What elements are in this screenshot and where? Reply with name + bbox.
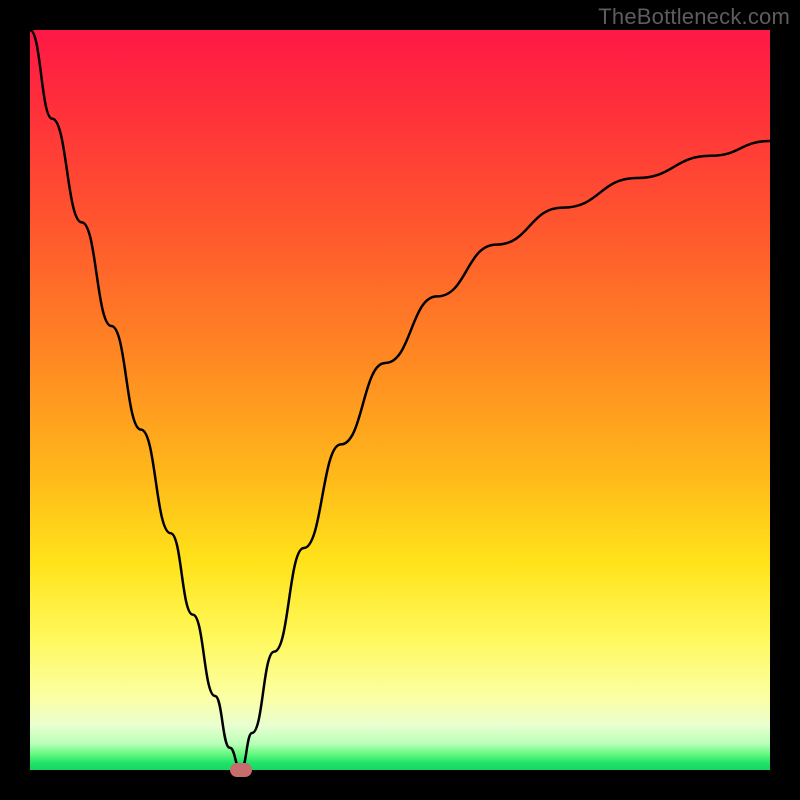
left-branch-path [30, 30, 241, 770]
chart-frame: TheBottleneck.com [0, 0, 800, 800]
curve-layer [30, 30, 770, 770]
right-branch-path [241, 141, 770, 770]
minimum-marker [230, 763, 252, 777]
watermark-text: TheBottleneck.com [598, 4, 790, 30]
plot-area [30, 30, 770, 770]
